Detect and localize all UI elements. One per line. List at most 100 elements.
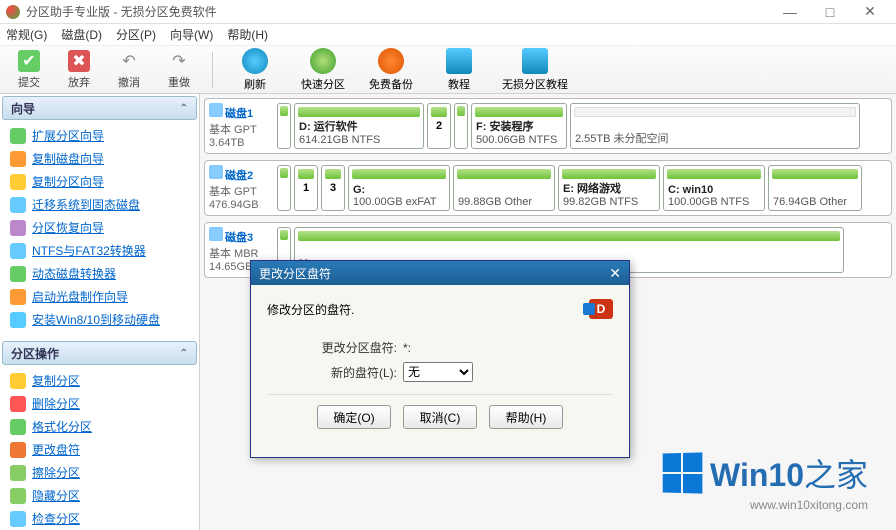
disk-label[interactable]: 磁盘2基本 GPT476.94GB bbox=[209, 165, 273, 211]
wizard-item[interactable]: 分区恢复向导 bbox=[6, 216, 193, 239]
ops-item[interactable]: 复制分区 bbox=[6, 369, 193, 392]
ops-item[interactable]: 擦除分区 bbox=[6, 461, 193, 484]
wizard-item[interactable]: 安装Win8/10到移动硬盘 bbox=[6, 308, 193, 331]
partition-name bbox=[575, 118, 855, 130]
separator bbox=[212, 52, 213, 88]
undo-icon: ↶ bbox=[118, 50, 140, 72]
wizard-icon bbox=[10, 243, 26, 259]
close-button[interactable]: ✕ bbox=[850, 1, 890, 23]
partition[interactable] bbox=[277, 103, 291, 149]
watermark: Win10之家 www.win10xitong.com bbox=[662, 450, 868, 512]
btn-undo[interactable]: ↶撤消 bbox=[106, 48, 152, 92]
partition[interactable]: 76.94GB Other bbox=[768, 165, 862, 211]
menu-bar: 常规(G) 磁盘(D) 分区(P) 向导(W) 帮助(H) bbox=[0, 24, 896, 46]
disk-icon bbox=[209, 103, 223, 117]
partition-name bbox=[458, 184, 550, 196]
window-controls: — □ ✕ bbox=[770, 1, 890, 23]
partition-name: F: 安装程序 bbox=[476, 118, 562, 134]
wizard-icon bbox=[10, 289, 26, 305]
cross-icon: ✖ bbox=[68, 50, 90, 72]
btn-backup[interactable]: 免费备份 bbox=[359, 48, 423, 92]
panel-wizard-body: 扩展分区向导复制磁盘向导复制分区向导迁移系统到固态磁盘分区恢复向导NTFS与FA… bbox=[0, 122, 199, 339]
disk-label[interactable]: 磁盘1基本 GPT3.64TB bbox=[209, 103, 273, 149]
wizard-item[interactable]: 复制分区向导 bbox=[6, 170, 193, 193]
btn-refresh[interactable]: 刷新 bbox=[223, 48, 287, 92]
dialog-body: 修改分区的盘符. D 更改分区盘符: *: 新的盘符(L): 无 确定(O) 取… bbox=[251, 285, 629, 457]
ops-icon bbox=[10, 396, 26, 412]
ops-icon bbox=[10, 511, 26, 527]
partition-name: G: bbox=[353, 184, 445, 196]
wizard-item[interactable]: NTFS与FAT32转换器 bbox=[6, 239, 193, 262]
menu-help[interactable]: 帮助(H) bbox=[227, 26, 268, 43]
wizard-item[interactable]: 扩展分区向导 bbox=[6, 124, 193, 147]
btn-ndtutorial[interactable]: 无损分区教程 bbox=[495, 48, 575, 92]
wizard-item-label: 复制磁盘向导 bbox=[32, 150, 104, 167]
partition[interactable] bbox=[277, 165, 291, 211]
select-new-letter[interactable]: 无 bbox=[403, 362, 473, 382]
partition[interactable]: 2.55TB 未分配空间 bbox=[570, 103, 860, 149]
btn-quickpart[interactable]: 快速分区 bbox=[291, 48, 355, 92]
panel-ops-header[interactable]: 分区操作 ⌃ bbox=[2, 341, 197, 365]
partition[interactable]: 3 bbox=[321, 165, 345, 211]
partition[interactable] bbox=[454, 103, 468, 149]
dialog-close-button[interactable]: ✕ bbox=[609, 265, 621, 282]
ops-item[interactable]: 隐藏分区 bbox=[6, 484, 193, 507]
tutorial-icon bbox=[446, 48, 472, 74]
panel-wizard-header[interactable]: 向导 ⌃ bbox=[2, 96, 197, 120]
menu-partition[interactable]: 分区(P) bbox=[116, 26, 156, 43]
wizard-icon bbox=[10, 220, 26, 236]
partition[interactable]: F: 安装程序500.06GB NTFS bbox=[471, 103, 567, 149]
partition-size: 2.55TB 未分配空间 bbox=[575, 130, 855, 146]
dialog-title-bar[interactable]: 更改分区盘符 ✕ bbox=[251, 261, 629, 285]
btn-tutorial[interactable]: 教程 bbox=[427, 48, 491, 92]
collapse-icon: ⌃ bbox=[180, 348, 188, 359]
dialog-cancel-button[interactable]: 取消(C) bbox=[403, 405, 477, 429]
btn-commit[interactable]: ✔提交 bbox=[6, 48, 52, 92]
toolbar: ✔提交 ✖放弃 ↶撤消 ↷重做 刷新 快速分区 免费备份 教程 无损分区教程 bbox=[0, 46, 896, 94]
partition[interactable]: 99.88GB Other bbox=[453, 165, 555, 211]
ops-item[interactable]: 删除分区 bbox=[6, 392, 193, 415]
partition-strip: D: 运行软件614.21GB NTFS2 F: 安装程序500.06GB NTF… bbox=[277, 103, 887, 149]
partition[interactable]: 1 bbox=[294, 165, 318, 211]
wizard-item[interactable]: 迁移系统到固态磁盘 bbox=[6, 193, 193, 216]
ops-item-label: 格式化分区 bbox=[32, 418, 92, 435]
partition-name bbox=[773, 184, 857, 196]
ops-item[interactable]: 检查分区 bbox=[6, 507, 193, 530]
partition[interactable]: E: 网络游戏99.82GB NTFS bbox=[558, 165, 660, 211]
menu-wizard[interactable]: 向导(W) bbox=[170, 26, 213, 43]
ops-item[interactable]: 更改盘符 bbox=[6, 438, 193, 461]
partition[interactable]: G:100.00GB exFAT bbox=[348, 165, 450, 211]
btn-discard[interactable]: ✖放弃 bbox=[56, 48, 102, 92]
label-current-letter: 更改分区盘符: bbox=[267, 339, 397, 356]
dialog-ok-button[interactable]: 确定(O) bbox=[317, 405, 391, 429]
menu-general[interactable]: 常规(G) bbox=[6, 26, 47, 43]
menu-disk[interactable]: 磁盘(D) bbox=[61, 26, 102, 43]
wizard-item-label: 扩展分区向导 bbox=[32, 127, 104, 144]
titlebar: 分区助手专业版 - 无损分区免费软件 — □ ✕ bbox=[0, 0, 896, 24]
wizard-item-label: 安装Win8/10到移动硬盘 bbox=[32, 311, 160, 328]
btn-redo[interactable]: ↷重做 bbox=[156, 48, 202, 92]
wizard-item[interactable]: 复制磁盘向导 bbox=[6, 147, 193, 170]
ops-item[interactable]: 格式化分区 bbox=[6, 415, 193, 438]
dialog-help-button[interactable]: 帮助(H) bbox=[489, 405, 563, 429]
sidebar: 向导 ⌃ 扩展分区向导复制磁盘向导复制分区向导迁移系统到固态磁盘分区恢复向导NT… bbox=[0, 94, 200, 530]
wizard-icon bbox=[10, 197, 26, 213]
wizard-icon bbox=[10, 266, 26, 282]
partition[interactable]: 2 bbox=[427, 103, 451, 149]
watermark-url: www.win10xitong.com bbox=[662, 498, 868, 512]
partition-name: C: win10 bbox=[668, 184, 760, 196]
wizard-item[interactable]: 启动光盘制作向导 bbox=[6, 285, 193, 308]
wizard-icon bbox=[10, 174, 26, 190]
value-current-letter: *: bbox=[403, 341, 411, 355]
partition[interactable]: C: win10100.00GB NTFS bbox=[663, 165, 765, 211]
wizard-item[interactable]: 动态磁盘转换器 bbox=[6, 262, 193, 285]
partition[interactable]: D: 运行软件614.21GB NTFS bbox=[294, 103, 424, 149]
redo-icon: ↷ bbox=[168, 50, 190, 72]
maximize-button[interactable]: □ bbox=[810, 1, 850, 23]
partition-size: 76.94GB Other bbox=[773, 196, 857, 208]
ops-icon bbox=[10, 442, 26, 458]
disk-card: 磁盘2基本 GPT476.94GB13G:100.00GB exFAT 99.8… bbox=[204, 160, 892, 216]
partition-strip: 13G:100.00GB exFAT 99.88GB OtherE: 网络游戏9… bbox=[277, 165, 887, 211]
wizard-item-label: 启动光盘制作向导 bbox=[32, 288, 128, 305]
minimize-button[interactable]: — bbox=[770, 1, 810, 23]
